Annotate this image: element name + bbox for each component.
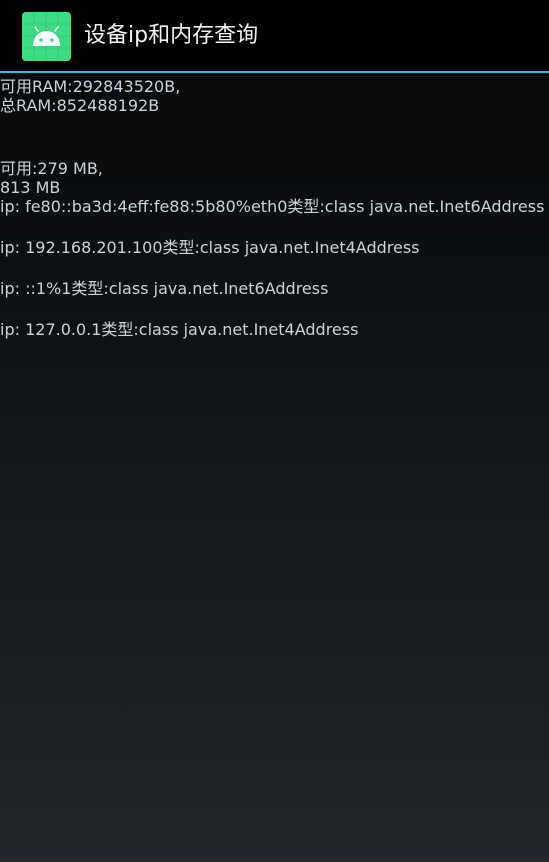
app-title: 设备ip和内存查询 (84, 23, 259, 48)
app-screen: 设备ip和内存查询 可用RAM:292843520B, 总RAM:8524881… (0, 0, 549, 862)
ip-address-text: ip: ::1%1类型:class java.net.Inet6Address (0, 279, 329, 298)
action-bar: 设备ip和内存查询 (0, 0, 549, 71)
memory-available-text: 可用:279 MB, (0, 159, 103, 178)
memory-total-text: 813 MB (0, 178, 61, 197)
ip-address-text: ip: 192.168.201.100类型:class java.net.Ine… (0, 238, 420, 257)
action-bar-divider (0, 71, 549, 73)
info-content: 可用RAM:292843520B, 总RAM:852488192B 可用:279… (0, 77, 549, 361)
ram-available-text: 可用RAM:292843520B, (0, 77, 181, 96)
android-robot-icon (22, 12, 71, 61)
ram-total-text: 总RAM:852488192B (0, 96, 160, 115)
ip-address-text: ip: fe80::ba3d:4eff:fe88:5b80%eth0类型:cla… (0, 197, 545, 216)
ip-address-text: ip: 127.0.0.1类型:class java.net.Inet4Addr… (0, 320, 359, 339)
